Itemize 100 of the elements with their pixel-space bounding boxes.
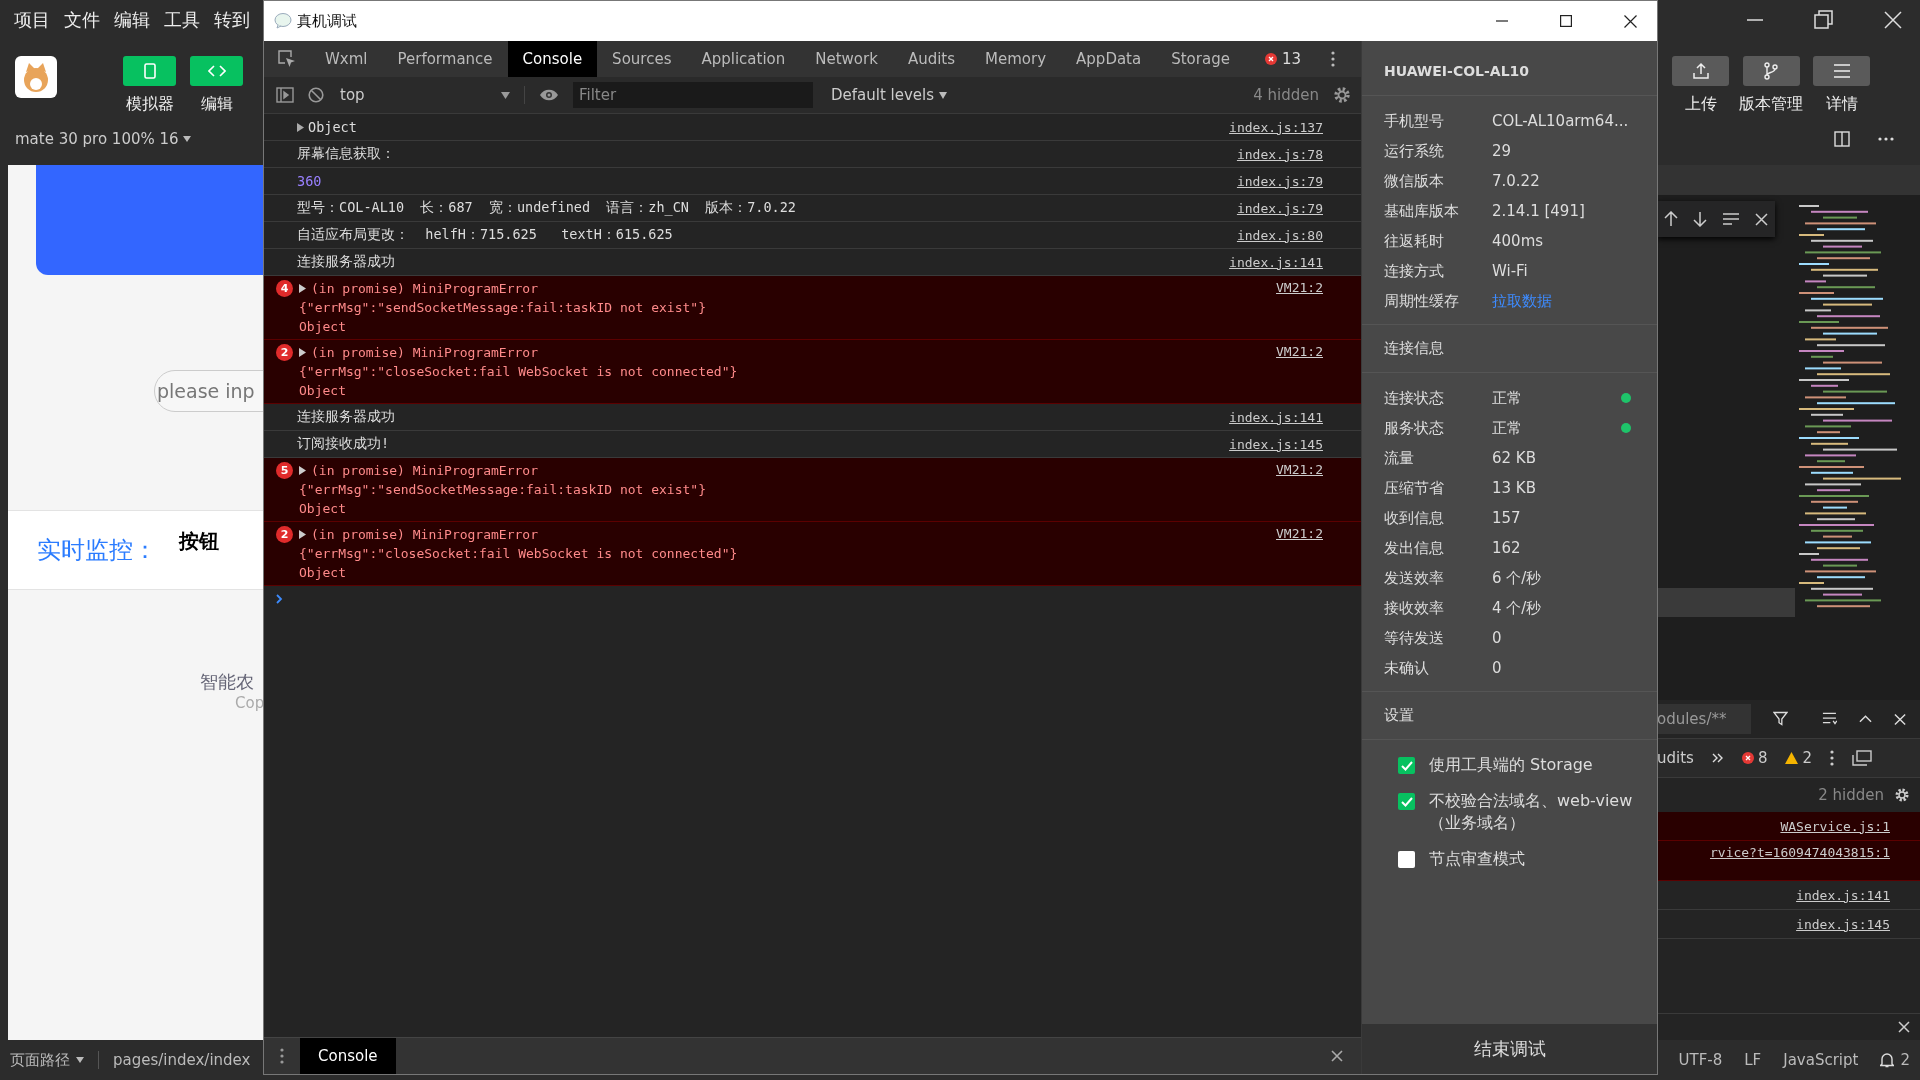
- expand-triangle-icon[interactable]: [299, 284, 306, 293]
- monitor-button[interactable]: 按钮: [179, 527, 219, 555]
- source-link[interactable]: index.js:79: [1236, 173, 1323, 189]
- devtools-tab[interactable]: Audits: [892, 41, 971, 77]
- source-link[interactable]: index.js:145: [1796, 916, 1890, 932]
- drawer-tab[interactable]: Console: [300, 1038, 396, 1074]
- selection-icon[interactable]: [1721, 213, 1740, 225]
- filter-field[interactable]: Filter: [573, 82, 813, 108]
- menu-item[interactable]: 项目: [14, 8, 50, 32]
- menu-item[interactable]: 编辑: [114, 8, 150, 32]
- devtools-tab[interactable]: Memory: [970, 41, 1062, 77]
- devtools-tab[interactable]: Sources: [597, 41, 687, 77]
- source-link[interactable]: index.js:80: [1236, 227, 1323, 243]
- checkbox[interactable]: [1398, 793, 1415, 810]
- filter-field[interactable]: odules/**: [1657, 704, 1752, 734]
- line-ending[interactable]: LF: [1744, 1051, 1762, 1069]
- repeat-count-badge: 4: [276, 280, 293, 297]
- source-link[interactable]: index.js:78: [1236, 146, 1323, 162]
- split-editor-icon[interactable]: [1834, 131, 1850, 147]
- expand-triangle-icon[interactable]: [299, 466, 306, 475]
- tool-button[interactable]: [1813, 56, 1870, 86]
- settings-icon[interactable]: [1333, 86, 1351, 104]
- language-mode[interactable]: JavaScript: [1783, 1051, 1859, 1069]
- up-arrow-icon[interactable]: [1664, 211, 1679, 227]
- source-link[interactable]: index.js:79: [1236, 200, 1323, 216]
- checkbox[interactable]: [1398, 757, 1415, 774]
- levels-dropdown[interactable]: Default levels: [831, 86, 948, 104]
- menu-item[interactable]: 文件: [64, 8, 100, 32]
- source-link[interactable]: index.js:145: [1229, 436, 1323, 452]
- menu-item[interactable]: 转到: [214, 8, 250, 32]
- setting-label: 不校验合法域名、web-view（业务域名）: [1429, 790, 1634, 834]
- checkbox[interactable]: [1398, 851, 1415, 868]
- info-value: 2.14.1 [491]: [1492, 202, 1585, 220]
- source-link[interactable]: VM21:2: [1276, 526, 1323, 541]
- expand-triangle-icon[interactable]: [299, 530, 306, 539]
- error-object[interactable]: Object: [299, 499, 706, 518]
- notifications[interactable]: 2: [1880, 1051, 1910, 1069]
- expand-triangle-icon[interactable]: [297, 122, 304, 132]
- clear-console-icon[interactable]: [308, 87, 324, 103]
- error-icon: [1741, 752, 1754, 764]
- tool-button[interactable]: [1742, 56, 1800, 86]
- maximize-icon[interactable]: [1560, 15, 1572, 27]
- filter-icon[interactable]: [1773, 711, 1789, 727]
- restore-icon[interactable]: [1814, 10, 1834, 30]
- error-object[interactable]: Object: [299, 317, 706, 336]
- encoding[interactable]: UTF-8: [1678, 1051, 1723, 1069]
- devtools-tab[interactable]: Network: [800, 41, 893, 77]
- end-debug-button[interactable]: 结束调试: [1362, 1024, 1657, 1074]
- caret-icon: [182, 136, 191, 142]
- device-selector[interactable]: mate 30 pro 100% 16: [15, 130, 191, 148]
- object-toggle[interactable]: Object: [308, 119, 357, 135]
- tool-button[interactable]: [1672, 56, 1729, 86]
- source-link[interactable]: VM21:2: [1276, 344, 1323, 359]
- kebab-icon[interactable]: [280, 1048, 284, 1064]
- chevron-up-icon[interactable]: [1858, 715, 1872, 723]
- error-object[interactable]: Object: [299, 381, 738, 400]
- menu-item[interactable]: 工具: [164, 8, 200, 32]
- close-icon[interactable]: [1624, 14, 1637, 28]
- source-link[interactable]: WAService.js:1: [1780, 818, 1890, 834]
- expand-triangle-icon[interactable]: [299, 348, 306, 357]
- error-count[interactable]: 8: [1741, 749, 1768, 767]
- more-icon[interactable]: [1878, 137, 1894, 141]
- source-link[interactable]: VM21:2: [1276, 462, 1323, 477]
- sidebar-toggle-icon[interactable]: [276, 87, 294, 103]
- settings-icon[interactable]: [1894, 787, 1910, 803]
- check-icon: [1400, 760, 1413, 771]
- kebab-icon[interactable]: [1830, 750, 1834, 766]
- devtools-tab[interactable]: AppData: [1061, 41, 1157, 77]
- list-icon[interactable]: [1822, 712, 1837, 726]
- error-count[interactable]: 13: [1264, 41, 1301, 77]
- down-arrow-icon[interactable]: [1693, 211, 1708, 227]
- menu-icon: [1832, 64, 1851, 78]
- warning-icon: [1785, 752, 1799, 764]
- info-label: 基础库版本: [1384, 201, 1460, 221]
- source-link[interactable]: index.js:141: [1229, 409, 1323, 425]
- error-object[interactable]: Object: [299, 563, 738, 582]
- chat-bubble-icon: [274, 13, 292, 29]
- source-link[interactable]: rvice?t=1609474043815:1: [1710, 845, 1890, 860]
- devtools-tab[interactable]: Wxml: [310, 41, 383, 77]
- double-chevron-icon[interactable]: [1711, 753, 1724, 763]
- inspect-icon[interactable]: [278, 50, 296, 68]
- warning-count[interactable]: 2: [1785, 749, 1812, 767]
- devtools-tab[interactable]: Storage: [1156, 41, 1245, 77]
- source-link[interactable]: index.js:137: [1229, 119, 1323, 135]
- kebab-icon[interactable]: [1331, 51, 1335, 67]
- devtools-tab[interactable]: Console: [507, 41, 598, 77]
- dock-icon[interactable]: [1852, 750, 1872, 766]
- devtools-tab[interactable]: Application: [686, 41, 801, 77]
- panel-tab[interactable]: udits: [1657, 749, 1694, 767]
- info-value: 400ms: [1492, 232, 1544, 250]
- context-select[interactable]: top: [340, 86, 525, 104]
- source-link[interactable]: index.js:141: [1796, 887, 1890, 903]
- input-field[interactable]: please inp: [154, 370, 263, 412]
- page-path-selector[interactable]: 页面路径: [10, 1050, 84, 1070]
- source-link[interactable]: index.js:141: [1229, 254, 1323, 270]
- eye-icon[interactable]: [539, 89, 559, 101]
- source-link[interactable]: VM21:2: [1276, 280, 1323, 295]
- error-title: (in promise) MiniProgramError: [311, 280, 539, 298]
- devtools-tab[interactable]: Performance: [382, 41, 508, 77]
- info-label: 运行系统: [1384, 141, 1445, 161]
